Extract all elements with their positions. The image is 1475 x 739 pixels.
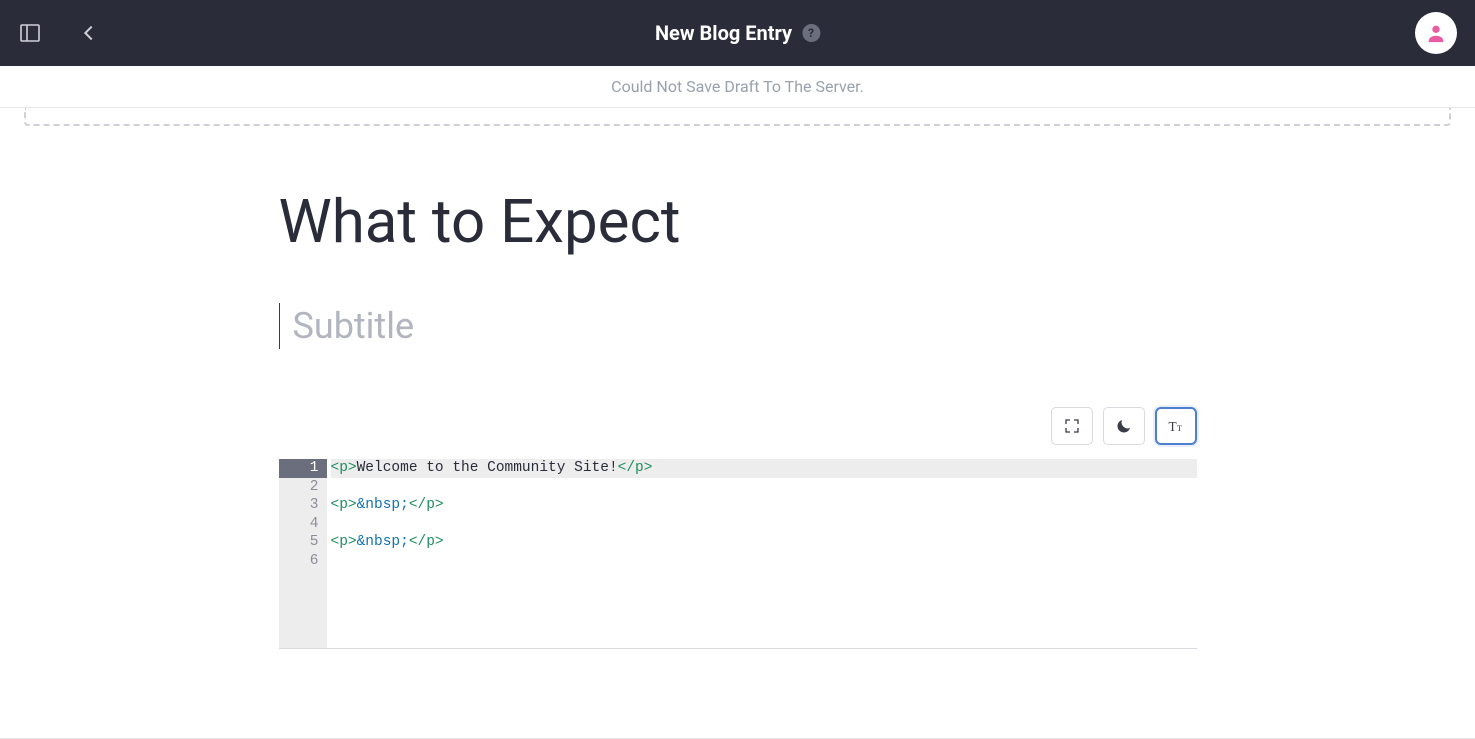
line-number: 3 bbox=[279, 496, 319, 515]
expand-icon bbox=[1064, 418, 1080, 434]
svg-text:T: T bbox=[1176, 424, 1181, 433]
code-line[interactable]: <p>&nbsp;</p> bbox=[331, 533, 1197, 552]
status-bar: Could Not Save Draft To The Server. bbox=[0, 66, 1475, 108]
header-title-wrap: New Blog Entry ? bbox=[655, 21, 820, 45]
header-right bbox=[1415, 12, 1457, 54]
line-number: 4 bbox=[279, 515, 319, 534]
text-format-icon: T T bbox=[1166, 416, 1186, 436]
post-subtitle-input[interactable] bbox=[292, 305, 1196, 347]
code-line[interactable] bbox=[331, 515, 1197, 534]
help-button[interactable]: ? bbox=[802, 24, 820, 42]
line-number: 6 bbox=[279, 552, 319, 571]
page-title: New Blog Entry bbox=[655, 21, 792, 45]
user-icon bbox=[1425, 22, 1447, 44]
code-body[interactable]: <p>Welcome to the Community Site!</p> <p>… bbox=[327, 459, 1197, 648]
text-view-button[interactable]: T T bbox=[1155, 407, 1197, 445]
chevron-left-icon bbox=[78, 22, 100, 44]
post-title-input[interactable] bbox=[279, 186, 1197, 257]
subtitle-wrap bbox=[279, 303, 1197, 349]
code-line[interactable] bbox=[331, 552, 1197, 571]
code-line[interactable]: <p>&nbsp;</p> bbox=[331, 496, 1197, 515]
line-number: 5 bbox=[279, 533, 319, 552]
code-editor-toolbar: T T bbox=[279, 407, 1197, 445]
status-message: Could Not Save Draft To The Server. bbox=[611, 77, 864, 96]
app-header: New Blog Entry ? bbox=[0, 0, 1475, 66]
code-line[interactable]: <p>Welcome to the Community Site!</p> bbox=[331, 459, 1197, 478]
dark-mode-button[interactable] bbox=[1103, 407, 1145, 445]
fullscreen-button[interactable] bbox=[1051, 407, 1093, 445]
sidebar-toggle-icon bbox=[18, 21, 42, 45]
user-avatar-button[interactable] bbox=[1415, 12, 1457, 54]
text-cursor bbox=[279, 303, 281, 349]
back-button[interactable] bbox=[78, 22, 100, 44]
code-gutter: 123456 bbox=[279, 459, 327, 648]
sidebar-toggle-button[interactable] bbox=[18, 21, 42, 45]
code-line[interactable] bbox=[331, 478, 1197, 497]
line-number: 1 bbox=[279, 459, 327, 478]
header-left bbox=[18, 21, 100, 45]
moon-icon bbox=[1115, 417, 1133, 435]
line-number: 2 bbox=[279, 478, 319, 497]
editor-content: T T 123456 <p>Welcome to the Community S… bbox=[279, 186, 1197, 649]
cover-image-dropzone[interactable] bbox=[24, 108, 1451, 126]
svg-text:T: T bbox=[1168, 419, 1176, 434]
code-editor[interactable]: 123456 <p>Welcome to the Community Site!… bbox=[279, 459, 1197, 649]
help-icon: ? bbox=[808, 26, 814, 40]
